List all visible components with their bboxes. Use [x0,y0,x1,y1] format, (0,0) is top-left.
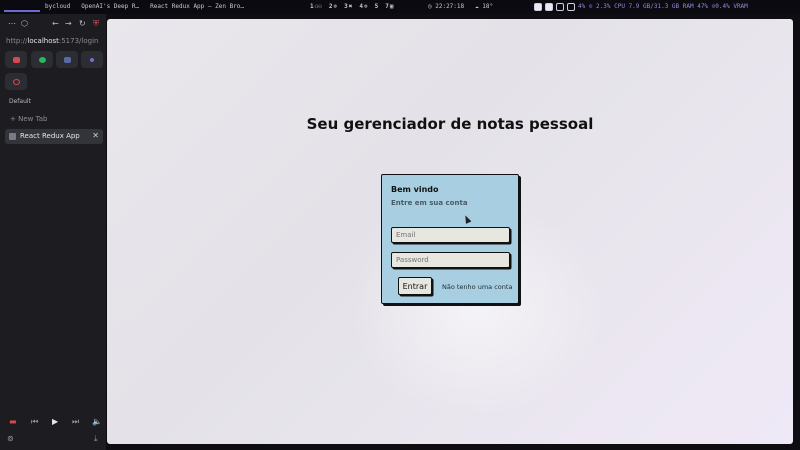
tray-icon[interactable] [567,3,575,11]
weather-text: 18° [482,3,494,10]
new-tab-label: New Tab [18,115,48,123]
workspace-3[interactable]: 3 ✖ [344,3,352,10]
workspace-7[interactable]: 7 ▣ [385,3,393,10]
more-icon[interactable]: ⋯ [8,19,16,28]
pinned-chat[interactable] [56,51,78,68]
volume-icon[interactable]: 🔈 [92,417,102,426]
workspace-switcher: 1 ⚇⚇ 2 ⊚ 3 ✖ 4 ⊚ 5 7 ▣ [310,3,393,10]
tab-react-redux-app[interactable]: React Redux App ✕ [5,129,103,144]
media-controls: ▬ ⏮ ▶ ⏭ 🔈 [0,416,106,430]
forward-icon[interactable]: → [65,19,72,28]
taskbar-item[interactable]: React Redux App — Zen Bro… [150,3,244,10]
login-button[interactable]: Entrar [398,277,432,295]
card-title: Bem vindo [391,185,439,194]
pinned-app[interactable] [81,51,103,68]
url-scheme: http:// [6,37,28,45]
system-tray [534,3,575,11]
pinned-mail[interactable] [5,51,27,68]
mail-icon [12,56,20,63]
favicon-icon [9,133,16,140]
no-account-link[interactable]: Não tenho uma conta [442,283,512,291]
close-icon[interactable]: ✕ [92,131,99,140]
pinned-settings[interactable] [5,73,27,90]
clock-text: 22:27:18 [435,3,465,10]
email-field[interactable] [391,227,510,243]
shield-icon[interactable]: ⛨ [93,19,99,29]
browser-toolbar: ⋯ ⬡ ← → ↻ ⛨ [0,18,106,32]
workspace-5[interactable]: 5 [375,3,379,10]
tray-icon[interactable] [556,3,564,11]
chat-icon [63,56,71,63]
url-path: :5173/login [58,37,99,45]
pinned-whatsapp[interactable] [31,51,53,68]
active-workspace-indicator [4,10,40,12]
next-icon[interactable]: ⏭ [72,417,79,427]
settings-icon[interactable]: ⊚ [7,434,14,443]
previous-icon[interactable]: ⏮ [31,417,38,427]
clock: ◷ 22:27:18 [428,3,464,10]
workspace-2[interactable]: 2 ⊚ [329,3,337,10]
workspace-label: Default [9,98,31,105]
browser-sidebar: ⋯ ⬡ ← → ↻ ⛨ http://localhost:5173/login … [0,14,106,450]
new-tab-button[interactable]: + New Tab [10,115,47,123]
tray-icon[interactable] [545,3,553,11]
weather: ☁ 18° [475,3,493,10]
gear-icon [12,78,20,85]
url-host: localhost [27,37,59,45]
play-icon[interactable]: ▶ [52,417,58,426]
app-icon [90,57,94,62]
tab-label: React Redux App [20,132,80,140]
download-icon[interactable]: ⤓ [94,434,98,444]
media-source-icon: ▬ [9,417,17,426]
extension-icon[interactable]: ⬡ [21,19,28,28]
card-subtitle: Entre em sua conta [391,199,468,207]
back-icon[interactable]: ← [52,19,59,28]
system-top-bar: bycloud OpenAI's Deep R… React Redux App… [0,0,800,14]
taskbar-item[interactable]: bycloud [45,3,70,10]
taskbar-item[interactable]: OpenAI's Deep R… [81,3,139,10]
page-title: Seu gerenciador de notas pessoal [306,115,594,133]
plus-icon: + [10,115,19,123]
password-field[interactable] [391,252,510,268]
tray-icon[interactable] [534,3,542,11]
login-card: Bem vindo Entre em sua conta Entrar Não … [381,174,519,304]
url-bar[interactable]: http://localhost:5173/login [6,34,100,48]
page-viewport: Seu gerenciador de notas pessoal Bem vin… [107,19,793,444]
taskbar-window-list: bycloud OpenAI's Deep R… React Redux App… [45,3,244,10]
workspace-1[interactable]: 1 ⚇⚇ [310,3,322,10]
system-stats: 4% ⊙ 2.3% CPU 7.9 GB/31.3 GB RAM 47% ⊙0.… [578,3,748,10]
reload-icon[interactable]: ↻ [79,19,86,28]
workspace-4[interactable]: 4 ⊚ [359,3,367,10]
whatsapp-icon [38,56,46,63]
